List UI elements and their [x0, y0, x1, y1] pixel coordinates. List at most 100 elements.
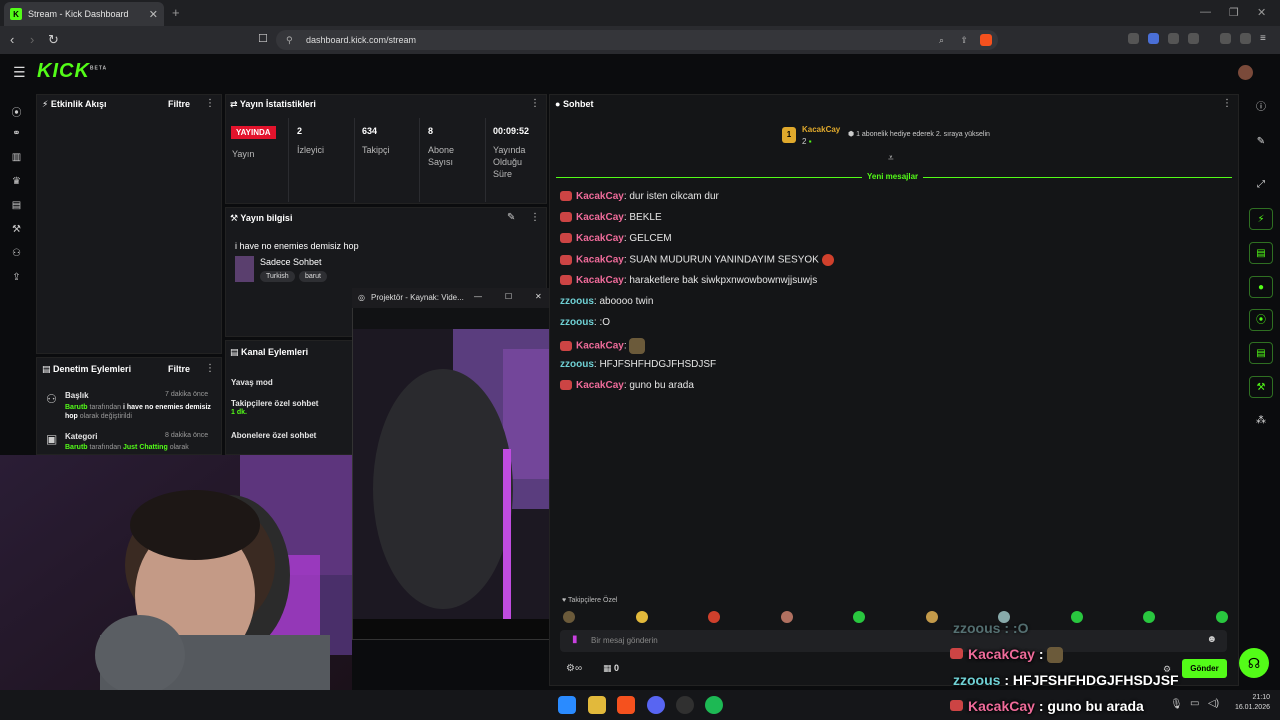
extension-icon[interactable] [1188, 33, 1199, 44]
support-icon[interactable]: ☊ [1239, 648, 1269, 678]
close-window-icon[interactable]: ✕ [1257, 6, 1266, 19]
spotify-icon[interactable] [705, 696, 723, 714]
projector-window[interactable] [352, 288, 554, 640]
more-icon[interactable]: ⋮ [1222, 98, 1232, 109]
followers-only-toggle[interactable]: Takipçilere özel sohbet [231, 399, 318, 408]
emote-icon[interactable] [1143, 611, 1155, 623]
sidebar-toggle-icon[interactable] [1220, 33, 1231, 44]
fullscreen-icon[interactable]: ⤢ [1249, 174, 1273, 196]
new-tab-icon[interactable]: + [172, 5, 180, 20]
reload-icon[interactable]: ↻ [48, 32, 59, 48]
kick-logo[interactable]: KICKBETA [37, 60, 107, 83]
document-icon[interactable]: ▤ [1249, 242, 1273, 264]
info-icon[interactable]: ⓘ [1249, 97, 1273, 119]
chat-username[interactable]: KacakCay [576, 275, 624, 286]
analytics-icon[interactable]: ▥ [10, 152, 23, 163]
chat-username[interactable]: KacakCay [576, 255, 624, 266]
more-icon[interactable]: ⋮ [530, 98, 540, 109]
close-tab-icon[interactable]: ✕ [149, 8, 158, 21]
chat-text: dur isten cikcam dur [629, 191, 719, 202]
chat-username[interactable]: KacakCay [576, 341, 624, 352]
browser-tab[interactable]: K Stream - Kick Dashboard ✕ [4, 2, 164, 26]
address-bar[interactable]: ⚲ dashboard.kick.com/stream ⌕ ⇪ [276, 30, 998, 50]
more-icon[interactable]: ⋮ [530, 212, 540, 223]
wrench-icon[interactable]: ⚒ [10, 224, 23, 235]
wrench-icon[interactable]: ⚒ [1249, 376, 1273, 398]
chat-username[interactable]: zzoous [560, 317, 594, 328]
emote-icon[interactable] [1215, 611, 1228, 623]
clapper-icon[interactable]: ▤ [1249, 342, 1273, 364]
mic-icon[interactable]: ▮ [572, 634, 578, 645]
users-icon[interactable]: ⚇ [10, 248, 23, 259]
chat-username[interactable]: KacakCay [576, 233, 624, 244]
emote-icon[interactable] [708, 611, 720, 623]
category-icon: ▣ [46, 432, 58, 446]
site-info-icon[interactable]: ⚲ [286, 30, 293, 50]
extension-icon[interactable] [1128, 33, 1139, 44]
apps-icon[interactable]: ⁂ [1249, 410, 1273, 432]
send-button[interactable]: Gönder [1182, 659, 1227, 678]
volume-icon[interactable]: ◁) [1208, 698, 1219, 709]
trophy-icon[interactable]: ♛ [10, 176, 23, 187]
emote-icon[interactable] [1070, 611, 1083, 623]
bookmark-icon[interactable]: ☐ [258, 32, 268, 45]
emote-icon[interactable] [925, 611, 938, 623]
extension-icon[interactable] [1240, 33, 1251, 44]
file-explorer-icon[interactable] [588, 696, 606, 714]
start-icon[interactable] [558, 696, 576, 714]
clips-icon[interactable]: ▤ [10, 200, 23, 211]
more-icon[interactable]: ⋮ [205, 98, 215, 109]
discord-icon[interactable] [647, 696, 665, 714]
maximize-icon[interactable]: ☐ [505, 292, 512, 301]
extension-icon[interactable] [1148, 33, 1159, 44]
expand-icon[interactable]: ⩡ [888, 153, 894, 164]
hamburger-icon[interactable]: ☰ [13, 64, 26, 81]
subs-only-toggle[interactable]: Abonelere özel sohbet [231, 431, 316, 440]
brave-shield-icon[interactable] [980, 34, 992, 46]
activity-filter-button[interactable]: Filtre [168, 99, 190, 109]
maximize-icon[interactable]: ❐ [1229, 6, 1239, 19]
divider [288, 118, 289, 202]
edit-icon[interactable]: ✎ [1249, 131, 1273, 153]
channel-points-icon[interactable]: ⚙∞ [566, 663, 582, 674]
clock[interactable]: 21:10 16.01.2026 [1228, 693, 1270, 713]
emote-icon[interactable] [563, 611, 575, 623]
forward-icon[interactable]: › [30, 32, 34, 47]
slow-mode-toggle[interactable]: Yavaş mod [231, 378, 273, 387]
chat-username[interactable]: zzoous [560, 296, 594, 307]
chat-username[interactable]: KacakCay [576, 212, 624, 223]
overlay-line: KacakCay : guno bu arada [950, 698, 1144, 714]
overlay-line: zzoous : HFJFSHFHDGJFHSDJSF [953, 672, 1179, 688]
upload-icon[interactable]: ⇪ [10, 272, 23, 283]
avatar[interactable] [1238, 65, 1253, 80]
more-icon[interactable]: ⋮ [205, 363, 215, 374]
minimize-icon[interactable]: — [1200, 6, 1211, 18]
emote-icon[interactable] [635, 611, 648, 623]
projector-titlebar[interactable]: ◎ Projektör - Kaynak: Vide... — ☐ ✕ [352, 288, 554, 308]
brave-icon[interactable] [617, 696, 635, 714]
broadcast-icon[interactable]: ⦿ [1249, 309, 1273, 331]
emote-icon[interactable] [853, 611, 865, 623]
emote-icon[interactable] [780, 611, 793, 623]
chat-icon[interactable]: ● [1249, 276, 1273, 298]
chat-username[interactable]: KacakCay [576, 191, 624, 202]
emoji-icon[interactable]: ☻ [1206, 634, 1217, 645]
mic-icon[interactable]: 🎙 [1170, 699, 1183, 710]
broadcast-icon[interactable]: ⦿ [10, 104, 23, 119]
network-icon[interactable]: ▭ [1190, 698, 1199, 709]
edit-icon[interactable]: ✎ [507, 212, 515, 223]
obs-icon[interactable] [676, 696, 694, 714]
share-icon[interactable]: ⇪ [960, 30, 968, 50]
chat-input[interactable]: ▮ Bir mesaj gönderin ☻ [560, 630, 1227, 652]
link-icon[interactable]: ⚭ [10, 128, 23, 139]
back-icon[interactable]: ‹ [10, 32, 14, 47]
chat-username[interactable]: zzoous [560, 359, 594, 370]
chat-username[interactable]: KacakCay [576, 380, 624, 391]
moderation-filter-button[interactable]: Filtre [168, 364, 190, 374]
menu-icon[interactable]: ≡ [1260, 33, 1271, 44]
extension-icon[interactable] [1168, 33, 1179, 44]
minimize-icon[interactable]: — [474, 292, 482, 301]
lightning-icon[interactable]: ⚡ [1249, 208, 1273, 230]
zoom-icon[interactable]: ⌕ [939, 30, 944, 50]
close-icon[interactable]: ✕ [535, 292, 542, 301]
